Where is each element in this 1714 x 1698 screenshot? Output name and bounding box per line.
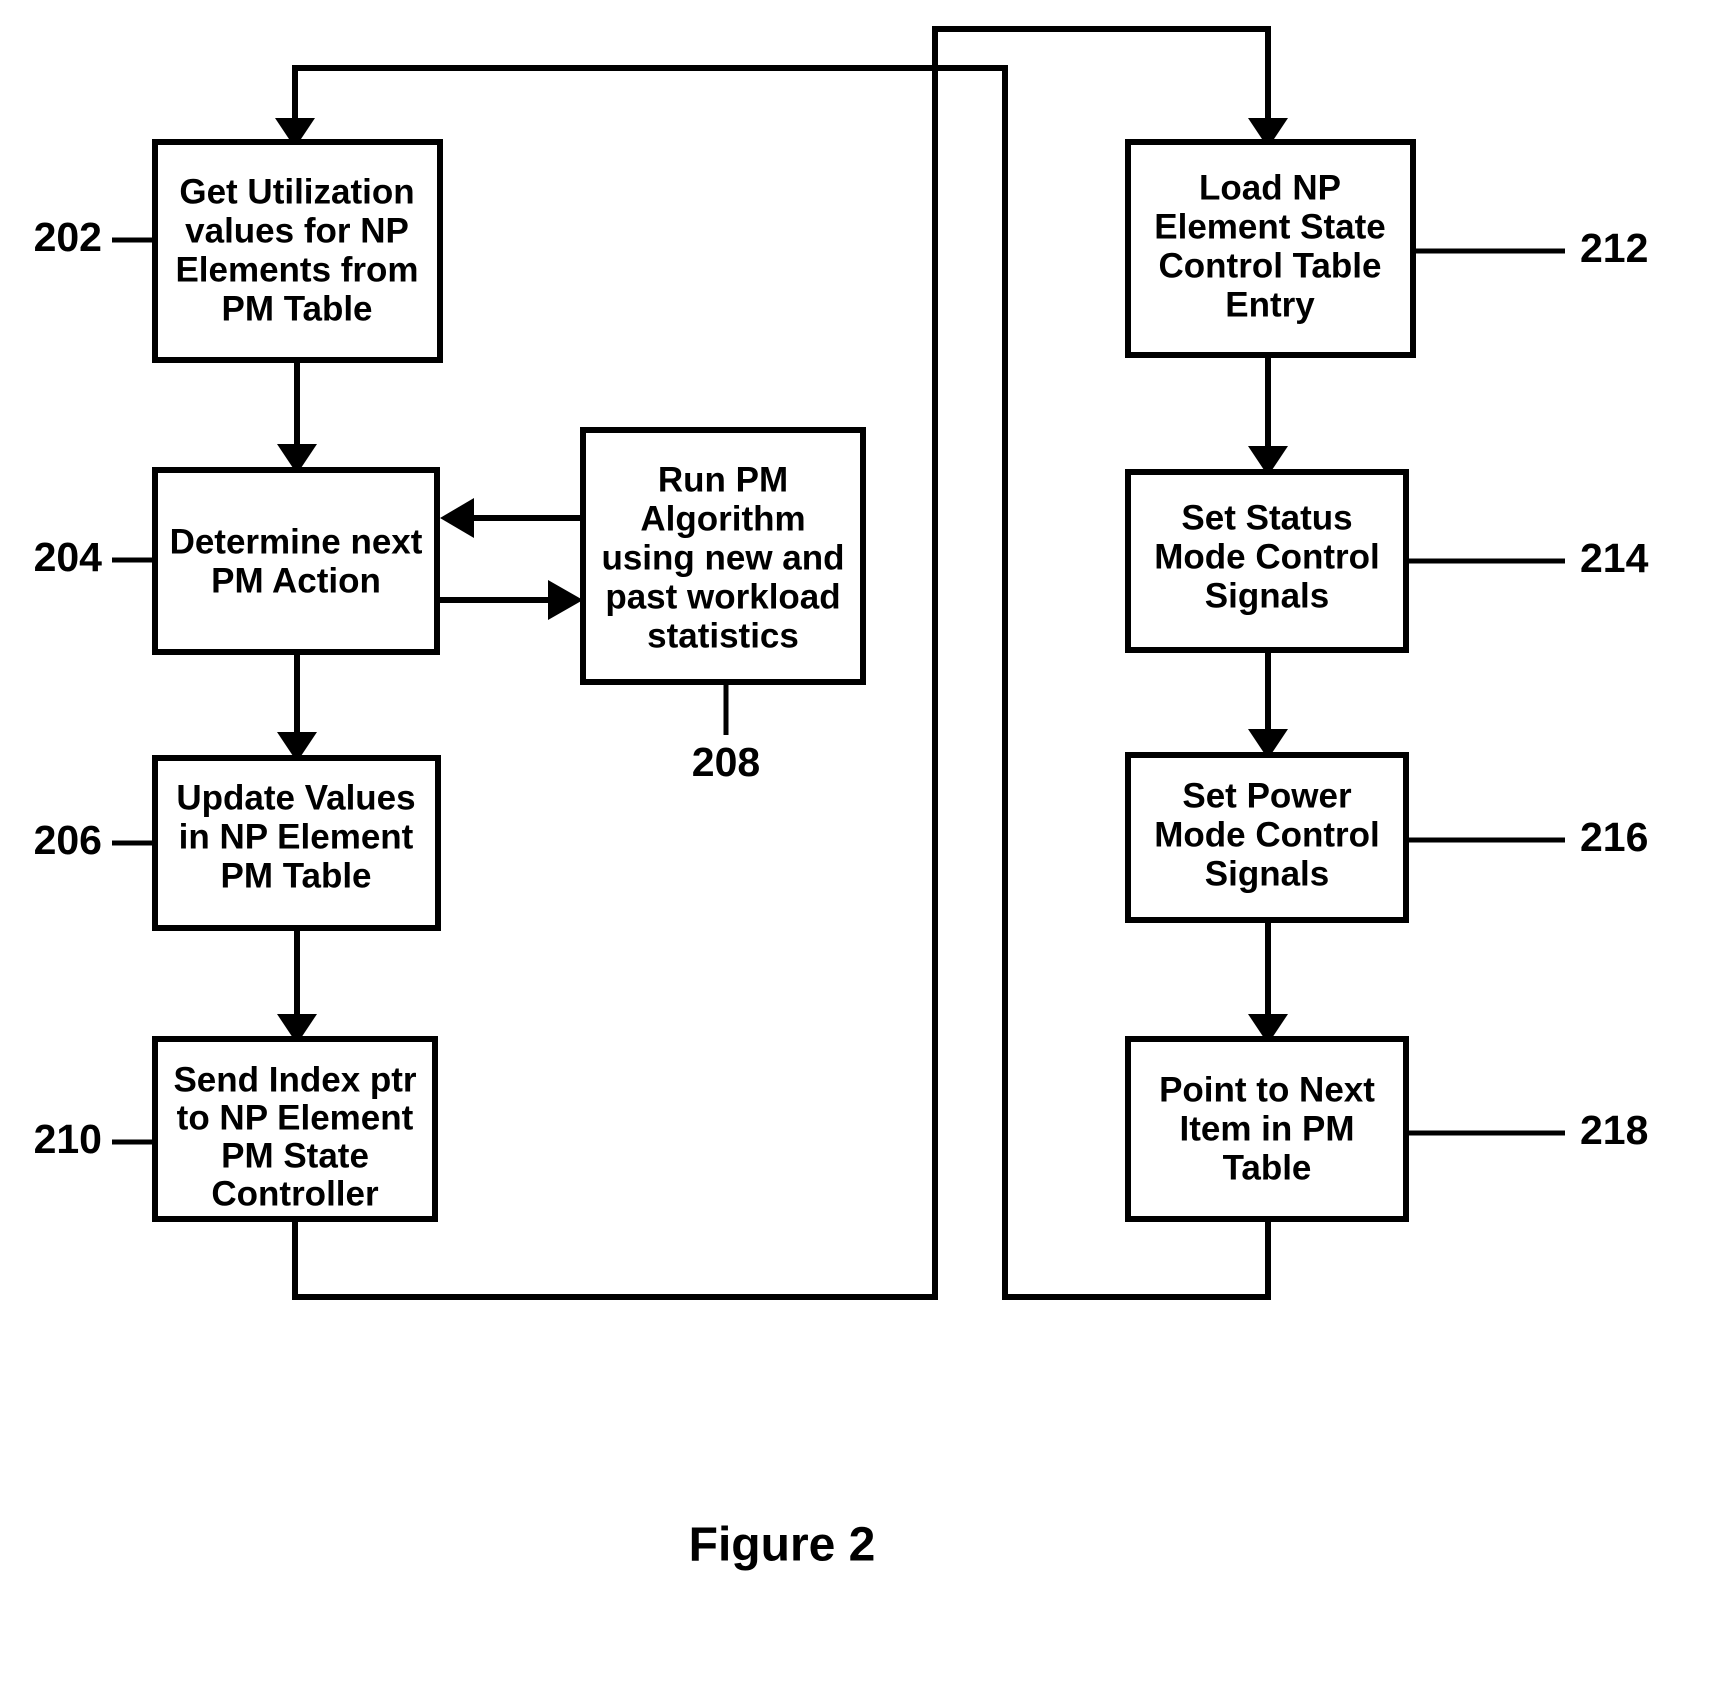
box-204-line-2: PM Action bbox=[211, 561, 381, 600]
box-208-line-2: Algorithm bbox=[640, 499, 805, 538]
box-202-line-4: PM Table bbox=[221, 289, 372, 328]
figure-caption: Figure 2 bbox=[689, 1519, 876, 1572]
box-212-line-4: Entry bbox=[1225, 285, 1315, 324]
box-206-line-2: in NP Element bbox=[179, 817, 414, 856]
box-206-line-1: Update Values bbox=[176, 778, 415, 817]
connector-202-to-204 bbox=[277, 360, 317, 474]
process-box-206[interactable]: Update Values in NP Element PM Table bbox=[152, 755, 441, 931]
box-208-line-4: past workload bbox=[605, 577, 840, 616]
process-box-214[interactable]: Set Status Mode Control Signals bbox=[1125, 469, 1409, 653]
box-202-line-1: Get Utilization bbox=[179, 172, 414, 211]
ref-label-218: 218 bbox=[1580, 1107, 1648, 1153]
process-box-218[interactable]: Point to Next Item in PM Table bbox=[1125, 1036, 1409, 1222]
box-210-line-3: PM State bbox=[221, 1136, 369, 1175]
connector-216-to-218 bbox=[1248, 920, 1288, 1044]
ref-label-206: 206 bbox=[34, 817, 102, 863]
box-216-line-2: Mode Control bbox=[1154, 815, 1380, 854]
process-box-216[interactable]: Set Power Mode Control Signals bbox=[1125, 752, 1409, 923]
box-202-line-3: Elements from bbox=[175, 250, 418, 289]
process-box-212[interactable]: Load NP Element State Control Table Entr… bbox=[1125, 139, 1416, 358]
connector-204-to-208 bbox=[437, 580, 583, 620]
box-208-line-3: using new and bbox=[601, 538, 844, 577]
box-210-line-2: to NP Element bbox=[177, 1098, 414, 1137]
box-210-line-1: Send Index ptr bbox=[173, 1060, 416, 1099]
box-202-line-2: values for NP bbox=[185, 211, 409, 250]
ref-label-212: 212 bbox=[1580, 225, 1648, 271]
box-208-line-5: statistics bbox=[647, 616, 799, 655]
box-214-line-3: Signals bbox=[1205, 576, 1329, 615]
ref-label-204: 204 bbox=[34, 534, 103, 580]
box-208-line-1: Run PM bbox=[658, 460, 788, 499]
box-214-line-1: Set Status bbox=[1181, 498, 1352, 537]
box-212-line-2: Element State bbox=[1154, 207, 1385, 246]
flowchart-diagram: Get Utilization values for NP Elements f… bbox=[34, 26, 1649, 1572]
box-204-line-1: Determine next bbox=[170, 522, 423, 561]
box-212-line-3: Control Table bbox=[1159, 246, 1382, 285]
connector-214-to-216 bbox=[1248, 650, 1288, 759]
figure-container: Get Utilization values for NP Elements f… bbox=[0, 0, 1714, 1698]
connector-212-to-214 bbox=[1248, 355, 1288, 476]
ref-label-210: 210 bbox=[34, 1116, 102, 1162]
connector-206-to-210 bbox=[277, 928, 317, 1044]
box-218-line-2: Item in PM bbox=[1179, 1109, 1354, 1148]
process-box-202[interactable]: Get Utilization values for NP Elements f… bbox=[152, 139, 443, 363]
ref-label-202: 202 bbox=[34, 214, 102, 260]
ref-label-214: 214 bbox=[1580, 535, 1649, 581]
ref-label-208: 208 bbox=[692, 739, 760, 785]
process-box-210[interactable]: Send Index ptr to NP Element PM State Co… bbox=[152, 1036, 438, 1222]
connector-204-to-206 bbox=[277, 652, 317, 762]
process-box-204[interactable]: Determine next PM Action bbox=[152, 467, 440, 655]
ref-label-216: 216 bbox=[1580, 814, 1648, 860]
box-218-line-1: Point to Next bbox=[1159, 1070, 1375, 1109]
box-206-line-3: PM Table bbox=[220, 856, 371, 895]
box-216-line-1: Set Power bbox=[1182, 776, 1352, 815]
box-214-line-2: Mode Control bbox=[1154, 537, 1380, 576]
box-212-line-1: Load NP bbox=[1199, 168, 1341, 207]
box-218-line-3: Table bbox=[1223, 1148, 1312, 1187]
connector-208-to-204 bbox=[440, 498, 583, 538]
arrowhead-into-208-right bbox=[548, 580, 583, 620]
arrowhead-into-204-left bbox=[440, 498, 474, 538]
box-210-line-4: Controller bbox=[211, 1174, 379, 1213]
box-216-line-3: Signals bbox=[1205, 854, 1329, 893]
process-box-208[interactable]: Run PM Algorithm using new and past work… bbox=[580, 427, 866, 685]
